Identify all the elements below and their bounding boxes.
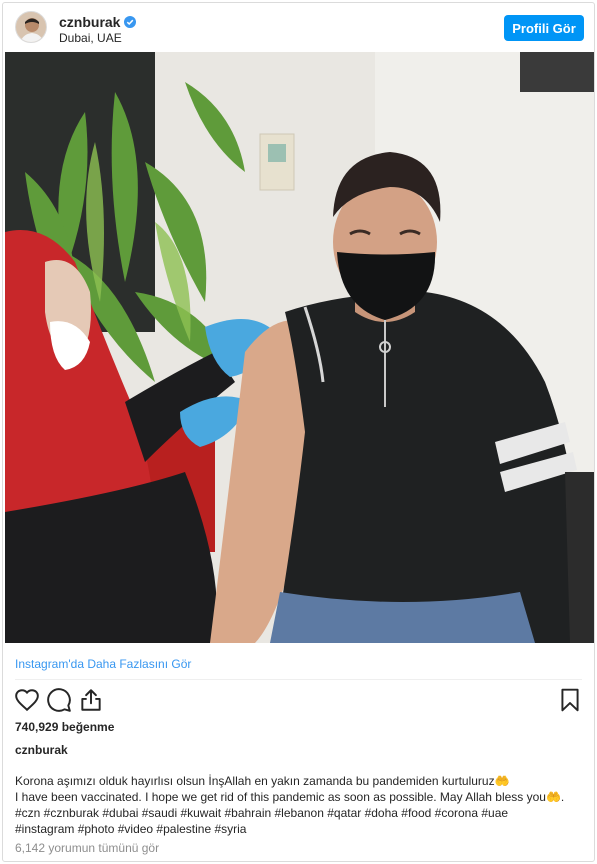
view-profile-button[interactable]: Profili Gör <box>504 15 584 41</box>
post-photo[interactable] <box>5 52 594 643</box>
post-caption: Korona aşımızı olduk hayırlısı olsun İnş… <box>15 773 590 837</box>
heart-icon[interactable] <box>14 687 40 713</box>
instagram-embed-card: cznburak Dubai, UAE Profili Gör Instagra… <box>2 2 595 862</box>
view-all-comments-link[interactable]: 6,142 yorumun tümünü gör <box>15 841 159 855</box>
view-more-on-instagram-link[interactable]: Instagram'da Daha Fazlasını Gör <box>15 657 191 671</box>
caption-line: I have been vaccinated. I hope we get ri… <box>15 790 565 804</box>
caption-username[interactable]: cznburak <box>15 743 68 757</box>
caption-line: Korona aşımızı olduk hayırlısı olsun İnş… <box>15 774 510 788</box>
comment-icon[interactable] <box>46 687 72 713</box>
caption-hashtags[interactable]: #instagram #photo #video #palestine #syr… <box>15 821 590 837</box>
caption-hashtags[interactable]: #czn #cznburak #dubai #saudi #kuwait #ba… <box>15 805 590 821</box>
verified-badge-icon <box>124 16 137 28</box>
divider <box>15 679 582 680</box>
username-text[interactable]: cznburak <box>59 14 120 30</box>
share-icon[interactable] <box>78 687 104 713</box>
bookmark-icon[interactable] <box>557 687 583 713</box>
like-count[interactable]: 740,929 beğenme <box>15 720 114 734</box>
post-header: cznburak Dubai, UAE Profili Gör <box>3 3 594 53</box>
post-location[interactable]: Dubai, UAE <box>59 31 122 45</box>
avatar[interactable] <box>15 11 47 43</box>
post-actions <box>3 687 594 715</box>
post-username[interactable]: cznburak <box>59 14 137 30</box>
